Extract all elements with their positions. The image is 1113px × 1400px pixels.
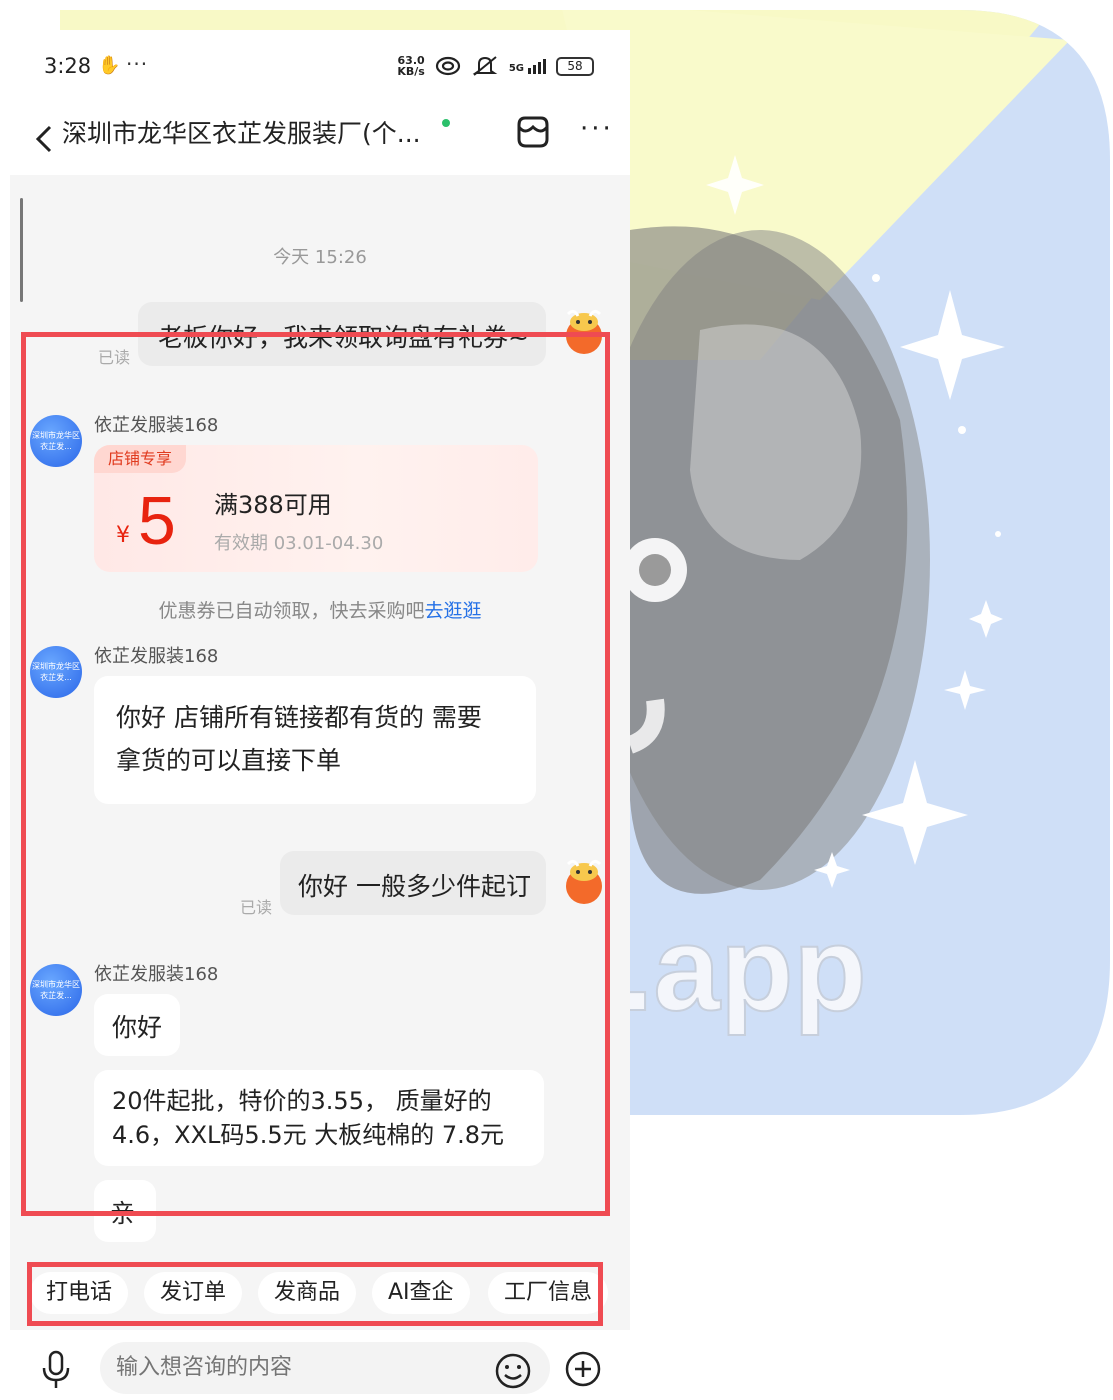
emoji-icon[interactable] xyxy=(494,1352,532,1390)
call-chip[interactable]: 打电话 xyxy=(30,1272,129,1314)
chat-screen: 3:28 ✋ ··· 63.0 KB/s 5G 58 深圳市龙华区衣芷发服装厂(… xyxy=(10,30,630,1400)
user-avatar[interactable] xyxy=(560,306,608,354)
message-text: 你好 一般多少件起订 xyxy=(298,872,531,901)
system-note-text: 优惠券已自动领取，快去采购吧 xyxy=(158,600,425,622)
shop-icon[interactable] xyxy=(515,115,551,149)
background-app-text: .app xyxy=(620,902,867,1036)
network-speed: 63.0 KB/s xyxy=(397,55,424,77)
incoming-message[interactable]: 你好 店铺所有链接都有货的 需要 拿货的可以直接下单 xyxy=(94,676,536,804)
battery-level: 58 xyxy=(567,59,583,73)
notification-icon: ✋ xyxy=(98,55,121,76)
sender-name: 依芷发服装168 xyxy=(94,646,219,667)
send-order-chip[interactable]: 发订单 xyxy=(144,1272,243,1314)
user-avatar[interactable] xyxy=(560,856,608,904)
sender-name: 依芷发服装168 xyxy=(94,964,219,985)
sender-name: 依芷发服装168 xyxy=(94,415,219,436)
battery-icon: 58 xyxy=(556,56,594,76)
signal-icon: 5G xyxy=(508,58,546,74)
coupon-amount: 5 xyxy=(138,483,176,559)
message-text-line: 20件起批，特价的3.55， 质量好的 xyxy=(112,1087,492,1115)
chat-title: 深圳市龙华区衣芷发服装厂(个... xyxy=(62,119,421,148)
status-more-icon: ··· xyxy=(126,52,149,76)
network-speed-unit: KB/s xyxy=(397,65,425,78)
factory-info-chip[interactable]: 工厂信息 xyxy=(488,1272,609,1314)
status-indicators: 63.0 KB/s 5G 58 xyxy=(397,54,594,78)
coupon-card[interactable]: 店铺专享 ¥ 5 满388可用 有效期 03.01-04.30 xyxy=(94,445,538,572)
screenshot-canvas: .app 3:28 ✋ ··· 63.0 KB/s 5G 58 深圳市龙华区衣芷… xyxy=(0,0,1113,1400)
shop-avatar[interactable]: 深圳市龙华区衣芷发... xyxy=(30,964,82,1016)
shop-avatar[interactable]: 深圳市龙华区衣芷发... xyxy=(30,415,82,467)
input-bar xyxy=(10,1330,630,1400)
send-product-chip[interactable]: 发商品 xyxy=(258,1272,357,1314)
go-shopping-link[interactable]: 去逛逛 xyxy=(425,600,482,622)
status-time: 3:28 xyxy=(44,54,92,78)
hotspot-icon xyxy=(435,56,460,76)
message-text-line: 拿货的可以直接下单 xyxy=(116,746,342,775)
coupon-tag: 店铺专享 xyxy=(94,445,187,473)
message-text-line: 4.6，XXL码5.5元 大板纯棉的 7.8元 xyxy=(112,1121,505,1149)
more-menu-icon[interactable]: ··· xyxy=(580,114,614,144)
quick-actions-bar: 打电话 发订单 发商品 AI查企 工厂信息 xyxy=(30,1262,630,1322)
read-status: 已读 xyxy=(98,348,131,367)
message-text: 老板你好，我来领取询盘有礼券~ xyxy=(158,323,529,352)
status-bar: 3:28 ✋ ··· 63.0 KB/s 5G 58 xyxy=(10,30,630,100)
incoming-message[interactable]: 你好 xyxy=(94,994,180,1056)
online-indicator xyxy=(442,119,450,127)
back-arrow-icon[interactable] xyxy=(32,118,58,158)
ai-company-lookup-chip[interactable]: AI查企 xyxy=(372,1272,470,1314)
time-divider: 今天 15:26 xyxy=(273,247,367,268)
coupon-validity: 有效期 03.01-04.30 xyxy=(214,533,384,554)
message-text-line: 你好 店铺所有链接都有货的 需要 xyxy=(116,703,482,732)
title-bar: 深圳市龙华区衣芷发服装厂(个... ··· xyxy=(10,100,630,302)
message-text: 你好 xyxy=(112,1013,163,1042)
message-text: 亲 xyxy=(110,1199,136,1228)
outgoing-message[interactable]: 你好 一般多少件起订 xyxy=(280,851,546,915)
plus-icon[interactable] xyxy=(564,1350,602,1388)
system-note: 优惠券已自动领取，快去采购吧去逛逛 xyxy=(10,596,630,623)
mute-icon xyxy=(472,56,498,76)
read-status: 已读 xyxy=(240,898,273,917)
incoming-message[interactable]: 20件起批，特价的3.55， 质量好的 4.6，XXL码5.5元 大板纯棉的 7… xyxy=(94,1070,544,1166)
outgoing-message[interactable]: 老板你好，我来领取询盘有礼券~ xyxy=(138,302,546,366)
message-input[interactable] xyxy=(100,1342,550,1394)
incoming-message[interactable]: 亲 xyxy=(94,1180,156,1242)
coupon-currency: ¥ xyxy=(116,523,130,548)
coupon-condition: 满388可用 xyxy=(214,491,332,519)
shop-avatar[interactable]: 深圳市龙华区衣芷发... xyxy=(30,646,82,698)
signal-label: 5G xyxy=(508,62,524,74)
microphone-icon[interactable] xyxy=(40,1350,72,1390)
